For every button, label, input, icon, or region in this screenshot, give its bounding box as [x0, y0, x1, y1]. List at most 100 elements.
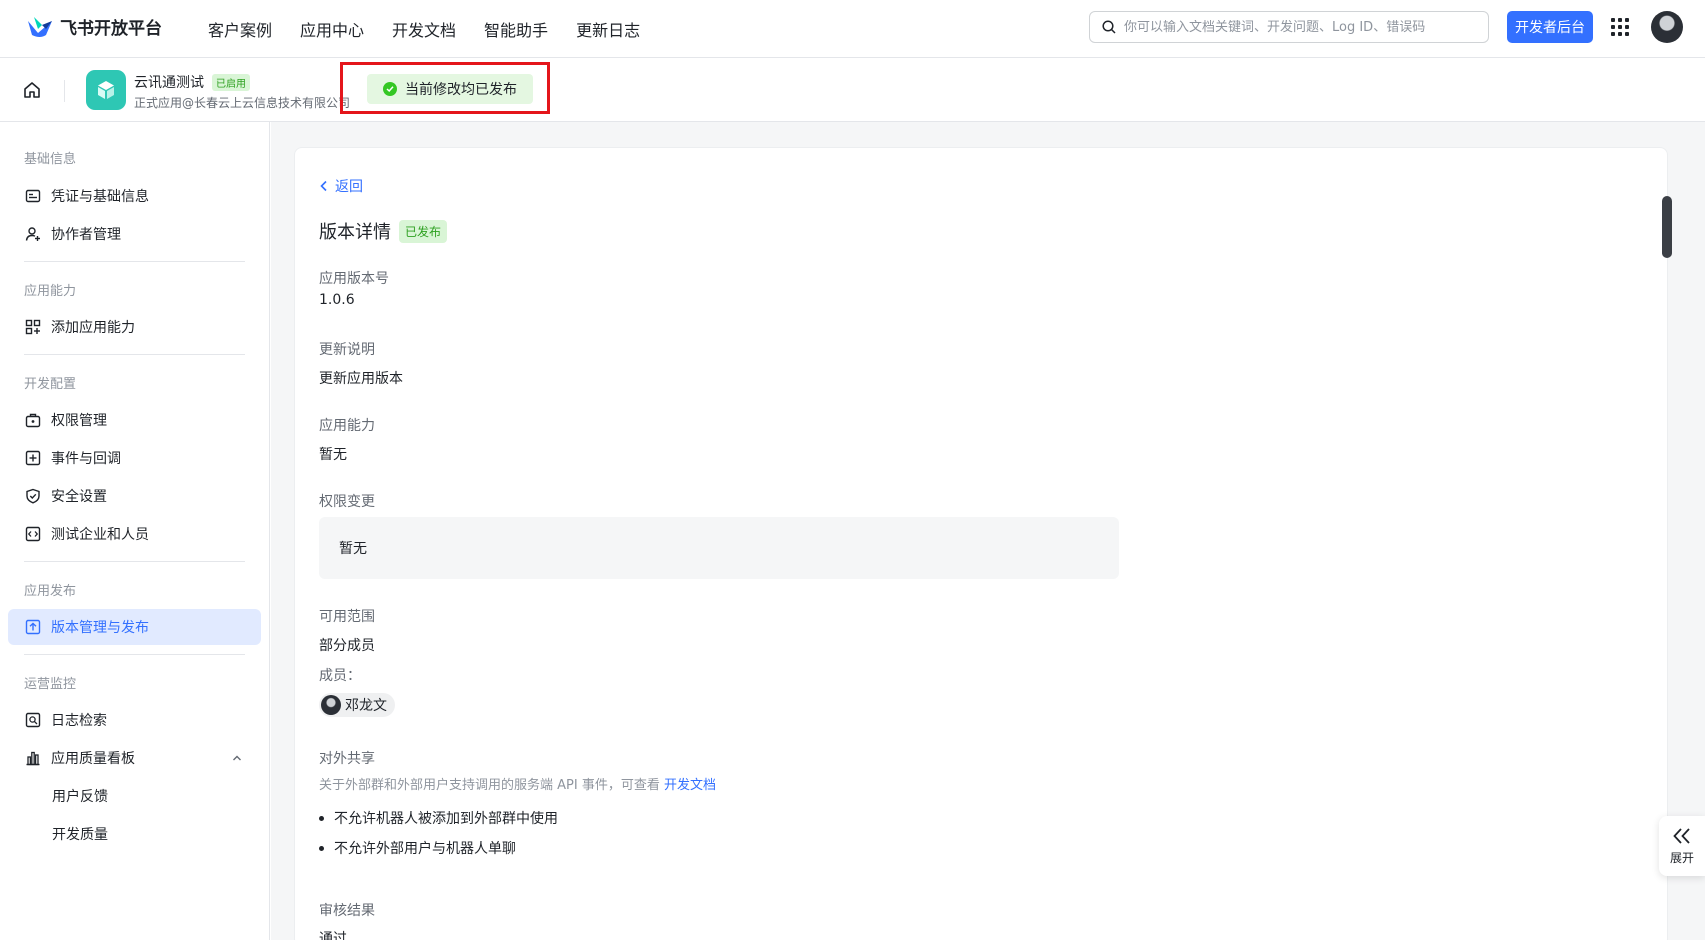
dev-docs-link[interactable]: 开发文档 — [664, 778, 716, 793]
sidebar: 基础信息 凭证与基础信息 协作者管理 应用能力 添加应用能力 开发配置 权限管理… — [0, 122, 270, 940]
expand-panel-button[interactable]: 展开 — [1659, 816, 1705, 876]
back-label: 返回 — [335, 179, 363, 195]
sidebar-item-label: 版本管理与发布 — [51, 620, 149, 636]
share-item-text: 不允许机器人被添加到外部群中使用 — [334, 811, 558, 827]
section-dev-config: 开发配置 — [24, 377, 77, 392]
top-nav-bar: 飞书开放平台 客户案例 应用中心 开发文档 智能助手 更新日志 开发者后台 — [0, 0, 1705, 58]
page-title: 版本详情 已发布 — [319, 218, 448, 244]
sidebar-item-label: 测试企业和人员 — [51, 527, 149, 543]
chevron-up-icon[interactable] — [231, 752, 243, 764]
user-add-icon — [25, 227, 40, 241]
review-value: 通过 — [319, 931, 347, 940]
toast-message: 当前修改均已发布 — [405, 82, 517, 98]
sidebar-divider — [24, 561, 245, 562]
permission-label: 权限变更 — [319, 494, 375, 510]
status-badge: 已发布 — [399, 219, 448, 243]
chevron-left-icon — [320, 180, 327, 192]
search-input[interactable] — [1124, 19, 1474, 35]
sidebar-item-label: 协作者管理 — [51, 227, 121, 243]
sidebar-item-label: 应用质量看板 — [51, 751, 135, 767]
capability-label: 应用能力 — [319, 418, 375, 434]
sidebar-item-version-release[interactable]: 版本管理与发布 — [8, 609, 261, 645]
section-operations: 运营监控 — [24, 677, 77, 692]
sidebar-item-security[interactable]: 安全设置 — [8, 478, 261, 514]
nav-ai-assistant[interactable]: 智能助手 — [484, 17, 548, 41]
members-label: 成员： — [319, 668, 361, 684]
double-chevron-left-icon — [1673, 827, 1690, 844]
nav-dev-docs[interactable]: 开发文档 — [392, 17, 456, 41]
bar-chart-icon — [26, 751, 40, 766]
section-app-release: 应用发布 — [24, 584, 77, 599]
code-box-icon — [25, 526, 41, 542]
notes-label: 更新说明 — [319, 342, 375, 358]
sidebar-item-label: 开发质量 — [52, 827, 108, 843]
sidebar-item-user-feedback[interactable]: 用户反馈 — [8, 778, 261, 814]
scope-value: 部分成员 — [319, 638, 375, 654]
sidebar-item-label: 日志检索 — [51, 713, 107, 729]
version-detail-card: 返回 版本详情 已发布 应用版本号 1.0.6 更新说明 更新应用版本 应用能力… — [294, 147, 1668, 940]
upload-box-icon — [25, 619, 41, 635]
share-label: 对外共享 — [319, 751, 375, 767]
main-nav: 客户案例 应用中心 开发文档 智能助手 更新日志 — [208, 17, 640, 41]
sidebar-item-credentials[interactable]: 凭证与基础信息 — [8, 178, 261, 214]
sidebar-item-add-capability[interactable]: 添加应用能力 — [8, 309, 261, 345]
permission-change-box: 暂无 — [319, 517, 1119, 579]
developer-console-button[interactable]: 开发者后台 — [1507, 11, 1593, 43]
section-basic-info: 基础信息 — [24, 152, 77, 167]
id-card-icon — [25, 189, 41, 203]
apps-add-icon — [25, 319, 41, 335]
permission-value: 暂无 — [339, 541, 367, 557]
briefcase-lock-icon — [25, 413, 41, 428]
capability-value: 暂无 — [319, 447, 347, 463]
back-link[interactable]: 返回 — [319, 176, 363, 196]
app-subtitle: 正式应用@长春云上云信息技术有限公司 — [134, 96, 351, 110]
review-label: 审核结果 — [319, 903, 375, 919]
user-avatar[interactable] — [1651, 11, 1683, 43]
publish-status-toast: 当前修改均已发布 — [367, 74, 533, 104]
section-app-capability: 应用能力 — [24, 284, 77, 299]
sidebar-item-dev-quality[interactable]: 开发质量 — [8, 816, 261, 852]
cube-icon — [98, 81, 114, 99]
check-circle-icon — [383, 82, 397, 96]
brand-logo[interactable]: 飞书开放平台 — [26, 14, 162, 39]
event-plus-icon — [25, 450, 41, 466]
toast-highlight-box: 当前修改均已发布 — [340, 62, 550, 114]
nav-app-center[interactable]: 应用中心 — [300, 17, 364, 41]
sidebar-item-label: 凭证与基础信息 — [51, 189, 149, 205]
search-box[interactable] — [1089, 11, 1489, 43]
notes-value: 更新应用版本 — [319, 371, 403, 387]
app-header-bar: 云讯通测试 已启用 正式应用@长春云上云信息技术有限公司 — [0, 58, 1705, 122]
sidebar-item-collaborators[interactable]: 协作者管理 — [8, 216, 261, 252]
log-search-icon — [25, 712, 41, 728]
member-avatar — [321, 695, 341, 715]
version-label: 应用版本号 — [319, 271, 389, 287]
scrollbar-thumb[interactable] — [1662, 196, 1672, 258]
app-icon — [86, 70, 126, 110]
header-divider — [64, 80, 65, 102]
share-item: 不允许机器人被添加到外部群中使用 — [319, 808, 558, 828]
page-title-text: 版本详情 — [319, 222, 391, 243]
member-name: 邓龙文 — [345, 698, 387, 714]
sidebar-item-label: 安全设置 — [51, 489, 107, 505]
sidebar-item-quality-board[interactable]: 应用质量看板 — [8, 740, 261, 776]
shield-check-icon — [26, 488, 40, 504]
apps-grid-icon[interactable] — [1611, 18, 1629, 36]
member-chip[interactable]: 邓龙文 — [319, 693, 395, 717]
home-icon[interactable] — [22, 80, 42, 100]
sidebar-item-events[interactable]: 事件与回调 — [8, 440, 261, 476]
sidebar-divider — [24, 654, 245, 655]
sidebar-item-label: 权限管理 — [51, 413, 107, 429]
sidebar-item-label: 事件与回调 — [51, 451, 121, 467]
app-status-badge: 已启用 — [212, 73, 250, 91]
sidebar-item-test-org[interactable]: 测试企业和人员 — [8, 516, 261, 552]
sidebar-item-permissions[interactable]: 权限管理 — [8, 402, 261, 438]
sidebar-divider — [24, 354, 245, 355]
sidebar-item-log-search[interactable]: 日志检索 — [8, 702, 261, 738]
sidebar-divider — [24, 261, 245, 262]
search-icon — [1102, 20, 1116, 34]
share-description: 关于外部群和外部用户支持调用的服务端 API 事件，可查看 开发文档 — [319, 774, 716, 793]
nav-changelog[interactable]: 更新日志 — [576, 17, 640, 41]
share-item: 不允许外部用户与机器人单聊 — [319, 838, 516, 858]
nav-customer-cases[interactable]: 客户案例 — [208, 17, 272, 41]
sidebar-item-label: 用户反馈 — [52, 789, 108, 805]
